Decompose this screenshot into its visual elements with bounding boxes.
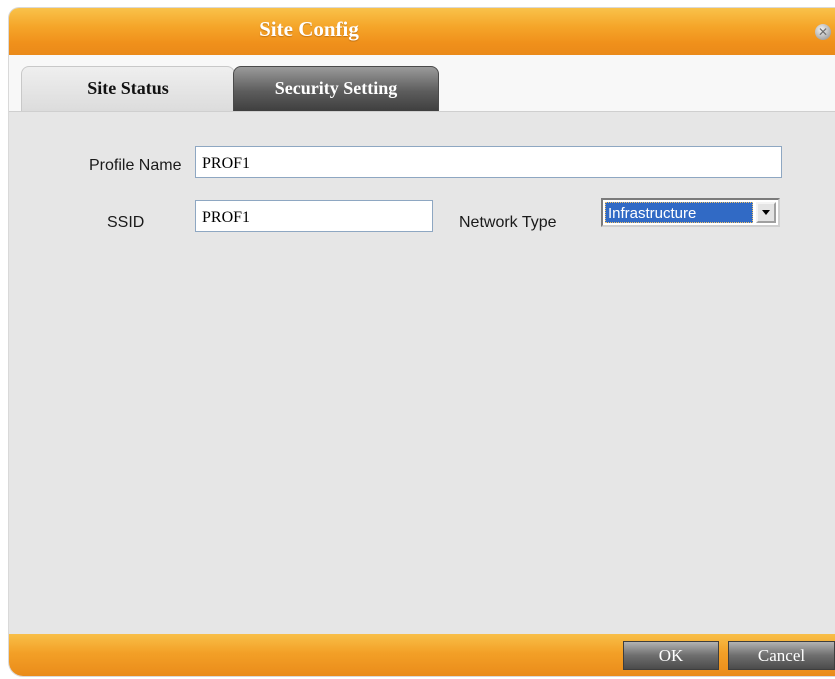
network-type-select[interactable]: Infrastructure [601,198,780,227]
tab-site-status[interactable]: Site Status [21,66,235,111]
title-bar[interactable]: Site Config ✕ [9,8,835,55]
site-config-window: Site Config ✕ Site Status Security Setti… [9,8,835,676]
window-title: Site Config [259,17,359,41]
footer-bar: OK Cancel [9,634,835,676]
ok-button[interactable]: OK [623,641,719,670]
network-type-value: Infrastructure [605,202,753,223]
cancel-button[interactable]: Cancel [728,641,835,670]
network-type-label: Network Type [459,214,557,231]
close-icon[interactable]: ✕ [815,24,831,40]
chevron-down-icon[interactable] [756,202,776,223]
profile-name-input[interactable] [195,146,782,178]
ssid-input[interactable] [195,200,433,232]
profile-name-label: Profile Name [89,157,182,174]
tab-strip: Site Status Security Setting [9,55,835,112]
ssid-label: SSID [107,214,145,231]
site-status-panel: Profile Name SSID Network Type Infrastru… [9,112,835,634]
tab-security-setting[interactable]: Security Setting [233,66,439,111]
